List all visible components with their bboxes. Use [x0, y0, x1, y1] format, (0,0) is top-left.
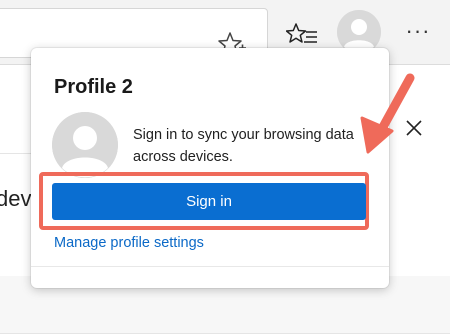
profile-avatar [52, 112, 118, 178]
close-icon[interactable] [404, 118, 424, 138]
favorites-list-icon[interactable] [286, 18, 318, 50]
sync-message: Sign in to sync your browsing data acros… [133, 127, 354, 165]
divider [31, 266, 389, 267]
manage-profile-settings-link[interactable]: Manage profile settings [54, 235, 204, 251]
profile-title: Profile 2 [54, 76, 133, 98]
sign-in-button[interactable]: Sign in [52, 183, 366, 220]
profile-avatar-icon [52, 112, 118, 178]
profile-panel: Profile 2 Sign in to sync your browsing … [31, 48, 389, 288]
more-icon[interactable]: ··· [403, 18, 433, 44]
page-partial-text: dev [0, 186, 32, 211]
